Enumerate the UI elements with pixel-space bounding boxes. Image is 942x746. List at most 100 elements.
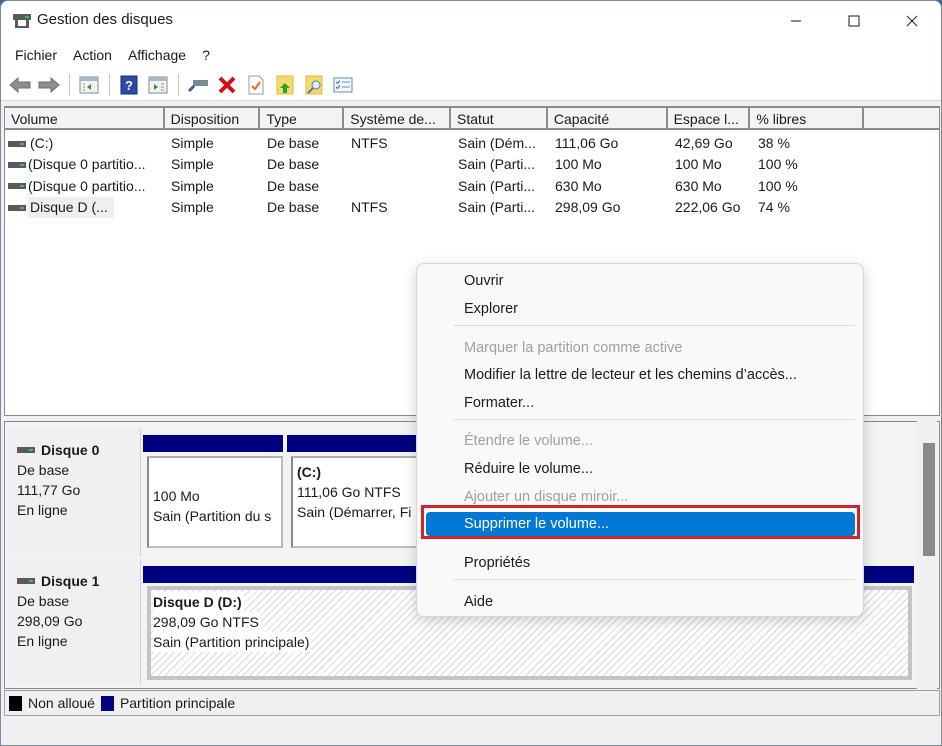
disk-name: Disque 0 [41,442,100,458]
scrollbar-thumb[interactable] [923,443,935,556]
disk-icon [17,578,35,584]
table-row[interactable]: (C:) Simple De base NTFS Sain (Dém... 11… [5,133,939,154]
column-header-capacity[interactable]: Capacité [547,107,668,130]
menu-item-explore[interactable]: Explorer [421,297,859,321]
disk-0-info[interactable]: Disque 0 De base 111,77 Go En ligne [9,428,141,556]
menu-item-help[interactable]: Aide [421,590,859,614]
cell-percent-free: 74 % [758,198,790,215]
cell-status: Sain (Dém... [458,135,536,151]
menu-fichier[interactable]: Fichier [7,43,65,67]
volume-block-system-reserved[interactable]: 100 Mo Sain (Partition du s [147,456,283,548]
disk-type: De base [17,462,70,478]
folder-search-icon [305,75,323,94]
show-hide-action-pane-button[interactable] [145,72,171,98]
toolbar-separator [109,73,110,96]
menu-separator [453,419,855,420]
help-button[interactable]: ? [116,72,142,98]
column-header-type[interactable]: Type [260,107,345,130]
legend-label: Partition principale [119,695,236,711]
cell-disposition: Simple [171,135,214,151]
menu-item-properties[interactable]: Propriétés [421,551,859,575]
menu-item-change-drive-letter[interactable]: Modifier la lettre de lecteur et les che… [421,363,859,387]
cell-percent-free: 100 % [758,156,798,173]
disk-size: 298,09 Go [17,613,83,629]
menu-help[interactable]: ? [194,43,218,67]
maximize-button[interactable] [825,1,883,41]
connect-drive-icon [187,79,208,92]
column-header-free-space[interactable]: Espace l... [667,107,751,130]
close-button[interactable] [883,1,941,41]
column-header-volume[interactable]: Volume [5,107,165,130]
toolbar-separator [178,73,179,96]
cell-type: De base [267,177,320,194]
partition-bar [143,435,283,452]
menu-bar: Fichier Action Affichage ? [1,41,941,69]
volume-status: Sain (Partition principale) [153,632,312,652]
folder-up-icon [276,75,294,94]
volume-status: Sain (Démarrer, Fi [297,504,412,520]
menu-item-format[interactable]: Formater... [421,391,859,415]
cell-filesystem: NTFS [351,135,388,151]
back-button[interactable] [7,72,33,98]
forward-button[interactable] [36,72,62,98]
vertical-scrollbar[interactable] [917,421,937,689]
menu-item-shrink-volume[interactable]: Réduire le volume... [421,457,859,481]
menu-item-open[interactable]: Ouvrir [421,269,859,293]
menu-item-extend-volume: Étendre le volume... [464,433,593,449]
table-row-selected[interactable]: Disque D (... Simple De base NTFS Sain (… [5,197,939,219]
cell-capacity: 100 Mo [555,156,602,173]
properties-button[interactable] [243,72,269,98]
volume-name: Disque D (... [28,197,114,219]
table-row[interactable]: (Disque 0 partitio... Simple De base Sai… [5,154,939,175]
menu-affichage[interactable]: Affichage [120,43,194,67]
cell-filesystem [345,176,452,197]
column-header-disposition[interactable]: Disposition [164,107,261,130]
folder-search-button[interactable] [301,72,327,98]
volume-size: 298,09 Go NTFS [153,612,261,632]
show-hide-console-tree-button[interactable] [76,72,102,98]
minimize-button[interactable] [767,1,825,41]
minimize-icon [791,20,801,22]
volume-name: (Disque 0 partitio... [28,177,146,194]
menu-item-mark-active: Marquer la partition comme active [464,340,683,356]
list-settings-button[interactable] [330,72,356,98]
menu-action[interactable]: Action [65,43,120,67]
toolbar-separator [69,73,70,96]
disk-management-window: Gestion des disques Fichier Action Affic… [0,0,942,746]
cell-status: Sain (Parti... [458,177,536,194]
list-body: (C:) Simple De base NTFS Sain (Dém... 11… [5,133,939,219]
cell-type: De base [267,156,320,173]
action-pane-icon [148,76,168,93]
volume-size: 111,06 Go NTFS [297,484,401,500]
cell-status: Sain (Parti... [458,156,536,173]
disk-1-info[interactable]: Disque 1 De base 298,09 Go En ligne [9,559,141,685]
legend: Non alloué Partition principale [4,690,940,716]
column-header-percent-free[interactable]: % libres [750,107,865,130]
volume-block-c[interactable]: (C:) 111,06 Go NTFS Sain (Démarrer, Fi [291,456,427,548]
disk-management-app-icon [13,14,31,28]
legend-label: Non alloué [28,695,95,711]
column-header-status[interactable]: Statut [451,107,548,130]
list-header: Volume Disposition Type Système de... St… [5,107,939,130]
check-properties-icon [248,75,264,94]
folder-up-button[interactable] [272,72,298,98]
volume-drive-icon [8,140,26,147]
forward-arrow-icon [38,76,60,93]
legend-swatch-unallocated [9,695,22,711]
column-header-filesystem[interactable]: Système de... [344,107,452,130]
cell-filesystem: NTFS [351,198,388,215]
list-settings-icon [333,77,353,92]
disk-size: 111,77 Go [17,482,81,498]
cell-capacity: 630 Mo [555,177,602,194]
column-header-empty [864,107,939,130]
table-row[interactable]: (Disque 0 partitio... Simple De base Sai… [5,176,939,197]
delete-button[interactable] [214,72,240,98]
delete-icon [218,76,236,93]
cell-type: De base [267,135,320,151]
connect-drive-button[interactable] [185,72,211,98]
cell-free-space: 100 Mo [675,156,722,173]
cell-percent-free: 38 % [758,135,790,151]
cell-free-space: 42,69 Go [675,135,733,151]
legend-swatch-primary-partition [100,695,114,711]
volume-size: 100 Mo [153,488,200,504]
